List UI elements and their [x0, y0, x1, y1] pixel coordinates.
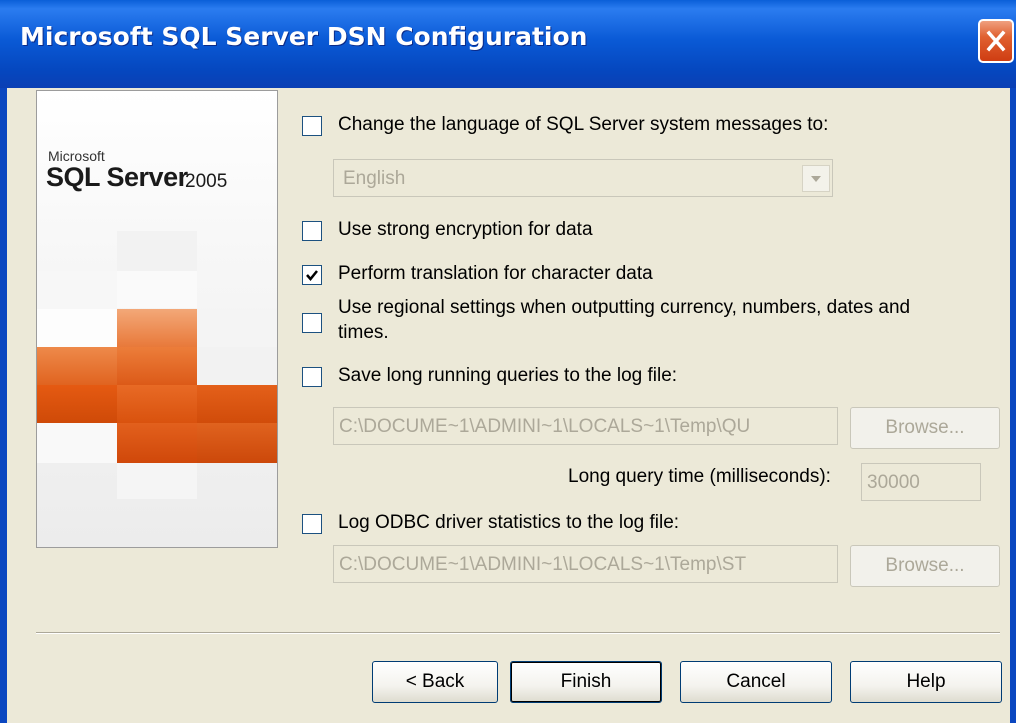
logo-tile — [117, 347, 197, 385]
window-frame-right — [1010, 88, 1016, 723]
back-button[interactable]: < Back — [372, 661, 498, 703]
language-select-value: English — [343, 168, 406, 189]
odbc-stats-path-field[interactable]: C:\DOCUME~1\ADMINI~1\LOCALS~1\Temp\ST — [333, 545, 838, 583]
translation-checkbox[interactable] — [302, 265, 322, 285]
title-bar[interactable]: Microsoft SQL Server DSN Configuration — [0, 0, 1016, 88]
logo-tile — [117, 231, 197, 271]
odbc-stats-path-value: C:\DOCUME~1\ADMINI~1\LOCALS~1\Temp\ST — [339, 554, 747, 575]
logo-tile — [37, 385, 117, 423]
logo-tile — [197, 347, 277, 385]
product-logo-panel: Microsoft SQL Server 2005 — [36, 90, 278, 548]
encryption-label: Use strong encryption for data — [338, 219, 593, 240]
long-queries-label: Save long running queries to the log fil… — [338, 365, 678, 386]
close-icon — [986, 30, 1006, 52]
encryption-checkbox[interactable] — [302, 221, 322, 241]
logo-tile — [37, 271, 117, 311]
regional-label-line2: times. — [338, 322, 389, 343]
chevron-down-icon — [811, 176, 821, 182]
odbc-stats-checkbox[interactable] — [302, 514, 322, 534]
logo-tile — [117, 271, 197, 308]
window-title: Microsoft SQL Server DSN Configuration — [20, 22, 588, 51]
close-button[interactable] — [978, 19, 1014, 63]
logo-product: SQL Server — [46, 162, 188, 192]
logo-tile — [117, 423, 197, 463]
logo-tile — [197, 423, 277, 463]
regional-label-line1: Use regional settings when outputting cu… — [338, 297, 911, 318]
long-query-time-value: 30000 — [867, 472, 920, 493]
logo-tile — [37, 309, 117, 347]
language-label: Change the language of SQL Server system… — [338, 114, 829, 135]
separator — [36, 632, 1000, 634]
logo-tile — [37, 423, 117, 463]
long-queries-browse-button[interactable]: Browse... — [850, 407, 1000, 449]
long-query-time-label: Long query time (milliseconds): — [568, 466, 831, 487]
translation-label: Perform translation for character data — [338, 263, 653, 284]
regional-checkbox[interactable] — [302, 313, 322, 333]
language-select[interactable]: English — [333, 159, 833, 197]
odbc-stats-label: Log ODBC driver statistics to the log fi… — [338, 512, 680, 533]
long-queries-checkbox[interactable] — [302, 367, 322, 387]
finish-button[interactable]: Finish — [510, 661, 662, 703]
odbc-stats-browse-button[interactable]: Browse... — [850, 545, 1000, 587]
window-frame-left — [0, 88, 7, 723]
logo-tile — [117, 309, 197, 347]
language-dropdown-button[interactable] — [802, 165, 830, 192]
logo-tile — [197, 309, 277, 347]
checkmark-icon — [306, 270, 318, 281]
language-checkbox[interactable] — [302, 116, 322, 136]
long-queries-path-value: C:\DOCUME~1\ADMINI~1\LOCALS~1\Temp\QU — [339, 416, 751, 437]
logo-year: 2005 — [185, 171, 228, 192]
logo-tile — [117, 385, 197, 423]
long-query-time-field[interactable]: 30000 — [861, 463, 981, 501]
logo-tile — [117, 463, 197, 499]
cancel-button[interactable]: Cancel — [680, 661, 832, 703]
long-queries-path-field[interactable]: C:\DOCUME~1\ADMINI~1\LOCALS~1\Temp\QU — [333, 407, 838, 445]
help-button[interactable]: Help — [850, 661, 1002, 703]
logo-tile — [37, 347, 117, 385]
logo-tile — [197, 385, 277, 423]
